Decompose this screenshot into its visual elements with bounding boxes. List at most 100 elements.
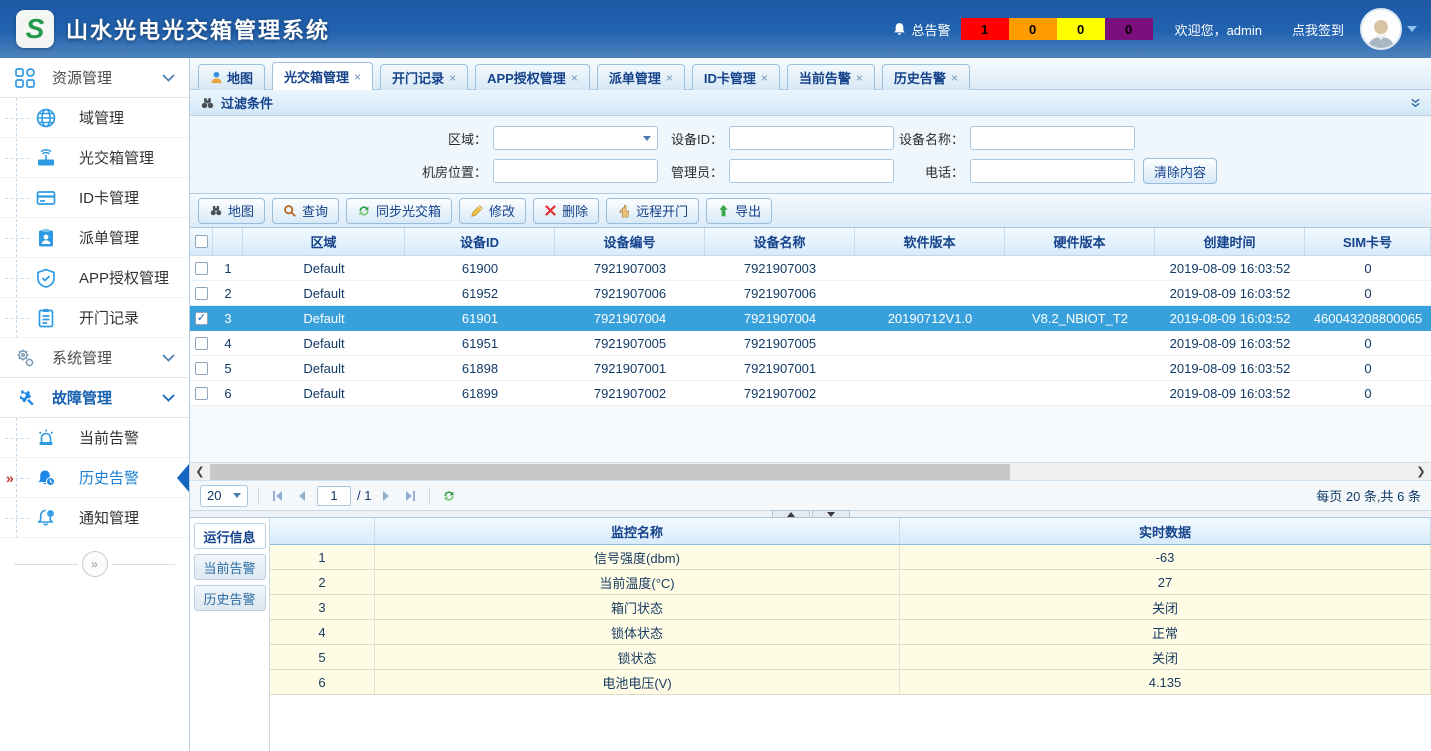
bell-clock-icon bbox=[35, 467, 57, 489]
table-empty-area bbox=[190, 406, 1431, 462]
column-device-no[interactable]: 设备编号 bbox=[555, 228, 705, 255]
tab-history-alarms[interactable]: 历史告警 × bbox=[882, 64, 970, 90]
row-checkbox[interactable] bbox=[195, 287, 208, 300]
table-row[interactable]: 4 Default 61951 7921907005 7921907005 20… bbox=[190, 331, 1431, 356]
tab-door-records[interactable]: 开门记录 × bbox=[380, 64, 468, 90]
bell-gear-icon bbox=[35, 507, 57, 529]
scroll-left-arrow-icon[interactable]: ❮ bbox=[190, 465, 210, 478]
phone-input[interactable] bbox=[970, 159, 1135, 183]
alarm-badge-critical[interactable]: 1 bbox=[961, 18, 1009, 40]
alarm-badge-major[interactable]: 0 bbox=[1009, 18, 1057, 40]
splitter-up-button[interactable] bbox=[772, 510, 810, 518]
sidebar-group-fault[interactable]: 故障管理 bbox=[0, 378, 189, 418]
close-icon[interactable]: × bbox=[761, 72, 768, 84]
page-number-input[interactable] bbox=[317, 486, 351, 506]
region-select[interactable] bbox=[493, 126, 658, 150]
detail-tab-history-alarms[interactable]: 历史告警 bbox=[194, 585, 266, 611]
close-icon[interactable]: × bbox=[856, 72, 863, 84]
page-size-select[interactable]: 20 bbox=[200, 485, 248, 507]
refresh-icon[interactable] bbox=[440, 487, 458, 505]
tab-map[interactable]: 地图 bbox=[198, 64, 265, 90]
column-created[interactable]: 创建时间 bbox=[1155, 228, 1305, 255]
clear-content-button[interactable]: 清除内容 bbox=[1143, 158, 1217, 184]
remote-open-door-button[interactable]: 远程开门 bbox=[606, 198, 699, 224]
splitter-down-button[interactable] bbox=[812, 510, 850, 518]
sidebar-group-system[interactable]: 系统管理 bbox=[0, 338, 189, 378]
close-icon[interactable]: × bbox=[666, 72, 673, 84]
tab-dispatch[interactable]: 派单管理 × bbox=[597, 64, 685, 90]
room-location-input[interactable] bbox=[493, 159, 658, 183]
tab-optical-box-mgmt[interactable]: 光交箱管理 × bbox=[272, 62, 373, 90]
avatar-chevron-down-icon[interactable] bbox=[1407, 26, 1417, 32]
filter-title: 过滤条件 bbox=[221, 93, 273, 112]
sign-in-link[interactable]: 点我签到 bbox=[1292, 20, 1344, 39]
column-device-id[interactable]: 设备ID bbox=[405, 228, 555, 255]
row-checkbox[interactable] bbox=[195, 362, 208, 375]
sidebar-item-optical-box[interactable]: 光交箱管理 bbox=[0, 138, 189, 178]
prev-page-button[interactable] bbox=[293, 487, 311, 505]
device-id-input[interactable] bbox=[729, 126, 894, 150]
row-checkbox-checked[interactable] bbox=[195, 312, 208, 325]
sidebar-item-door-records[interactable]: 开门记录 bbox=[0, 298, 189, 338]
row-checkbox[interactable] bbox=[195, 387, 208, 400]
close-icon[interactable]: × bbox=[354, 71, 361, 83]
table-row[interactable]: 6 Default 61899 7921907002 7921907002 20… bbox=[190, 381, 1431, 406]
manager-input[interactable] bbox=[729, 159, 894, 183]
pencil-icon bbox=[470, 204, 484, 218]
tab-id-card[interactable]: ID卡管理 × bbox=[692, 64, 780, 90]
id-card-icon bbox=[35, 187, 57, 209]
detail-tab-current-alarms[interactable]: 当前告警 bbox=[194, 554, 266, 580]
query-button[interactable]: 查询 bbox=[272, 198, 339, 224]
detail-tab-running-info[interactable]: 运行信息 bbox=[194, 523, 266, 549]
table-row-selected[interactable]: 3 Default 61901 7921907004 7921907004 20… bbox=[190, 306, 1431, 331]
manager-label: 管理员： bbox=[663, 162, 723, 181]
scrollbar-thumb[interactable] bbox=[210, 464, 1010, 480]
alarm-badge-minor[interactable]: 0 bbox=[1057, 18, 1105, 40]
sidebar-item-notifications[interactable]: 通知管理 bbox=[0, 498, 189, 538]
row-checkbox[interactable] bbox=[195, 337, 208, 350]
sidebar-item-history-alarms[interactable]: » 历史告警 bbox=[0, 458, 189, 498]
table-row[interactable]: 5 Default 61898 7921907001 7921907001 20… bbox=[190, 356, 1431, 381]
sidebar-item-app-auth[interactable]: APP授权管理 bbox=[0, 258, 189, 298]
delete-button[interactable]: 删除 bbox=[533, 198, 599, 224]
first-page-button[interactable] bbox=[269, 487, 287, 505]
alarm-badge-warning[interactable]: 0 bbox=[1105, 18, 1153, 40]
panel-splitter[interactable] bbox=[190, 510, 1431, 518]
table-row[interactable]: 1 Default 61900 7921907003 7921907003 20… bbox=[190, 256, 1431, 281]
next-page-button[interactable] bbox=[377, 487, 395, 505]
chevron-down-icon bbox=[162, 74, 175, 82]
list-item: 3 箱门状态 关闭 bbox=[270, 595, 1431, 620]
column-sim[interactable]: SIM卡号 bbox=[1305, 228, 1431, 255]
tab-current-alarms[interactable]: 当前告警 × bbox=[787, 64, 875, 90]
row-checkbox[interactable] bbox=[195, 262, 208, 275]
column-hw-version[interactable]: 硬件版本 bbox=[1005, 228, 1155, 255]
column-sw-version[interactable]: 软件版本 bbox=[855, 228, 1005, 255]
device-name-input[interactable] bbox=[970, 126, 1135, 150]
export-button[interactable]: 导出 bbox=[706, 198, 772, 224]
close-icon[interactable]: × bbox=[571, 72, 578, 84]
column-region[interactable]: 区域 bbox=[243, 228, 405, 255]
tab-app-auth[interactable]: APP授权管理 × bbox=[475, 64, 590, 90]
avatar[interactable] bbox=[1360, 8, 1402, 50]
sidebar-group-resource[interactable]: 资源管理 bbox=[0, 58, 189, 98]
sidebar-item-dispatch[interactable]: 派单管理 bbox=[0, 218, 189, 258]
sidebar-collapse-button[interactable]: » bbox=[82, 551, 108, 577]
column-device-name[interactable]: 设备名称 bbox=[705, 228, 855, 255]
chevron-down-icon bbox=[643, 136, 651, 141]
sync-optical-box-button[interactable]: 同步光交箱 bbox=[346, 198, 452, 224]
close-icon[interactable]: × bbox=[951, 72, 958, 84]
map-button[interactable]: 地图 bbox=[198, 198, 265, 224]
close-icon[interactable]: × bbox=[449, 72, 456, 84]
shield-check-icon bbox=[35, 267, 57, 289]
collapse-panel-icon[interactable] bbox=[1410, 97, 1421, 108]
scroll-right-arrow-icon[interactable]: ❯ bbox=[1411, 465, 1431, 478]
horizontal-scrollbar[interactable]: ❮ ❯ bbox=[190, 462, 1431, 480]
sidebar-item-current-alarms[interactable]: 当前告警 bbox=[0, 418, 189, 458]
last-page-button[interactable] bbox=[401, 487, 419, 505]
select-all-checkbox[interactable] bbox=[195, 235, 208, 248]
page-total-label: / 1 bbox=[357, 488, 371, 503]
edit-button[interactable]: 修改 bbox=[459, 198, 526, 224]
table-row[interactable]: 2 Default 61952 7921907006 7921907006 20… bbox=[190, 281, 1431, 306]
sidebar-item-domain[interactable]: 域管理 bbox=[0, 98, 189, 138]
sidebar-item-id-card[interactable]: ID卡管理 bbox=[0, 178, 189, 218]
